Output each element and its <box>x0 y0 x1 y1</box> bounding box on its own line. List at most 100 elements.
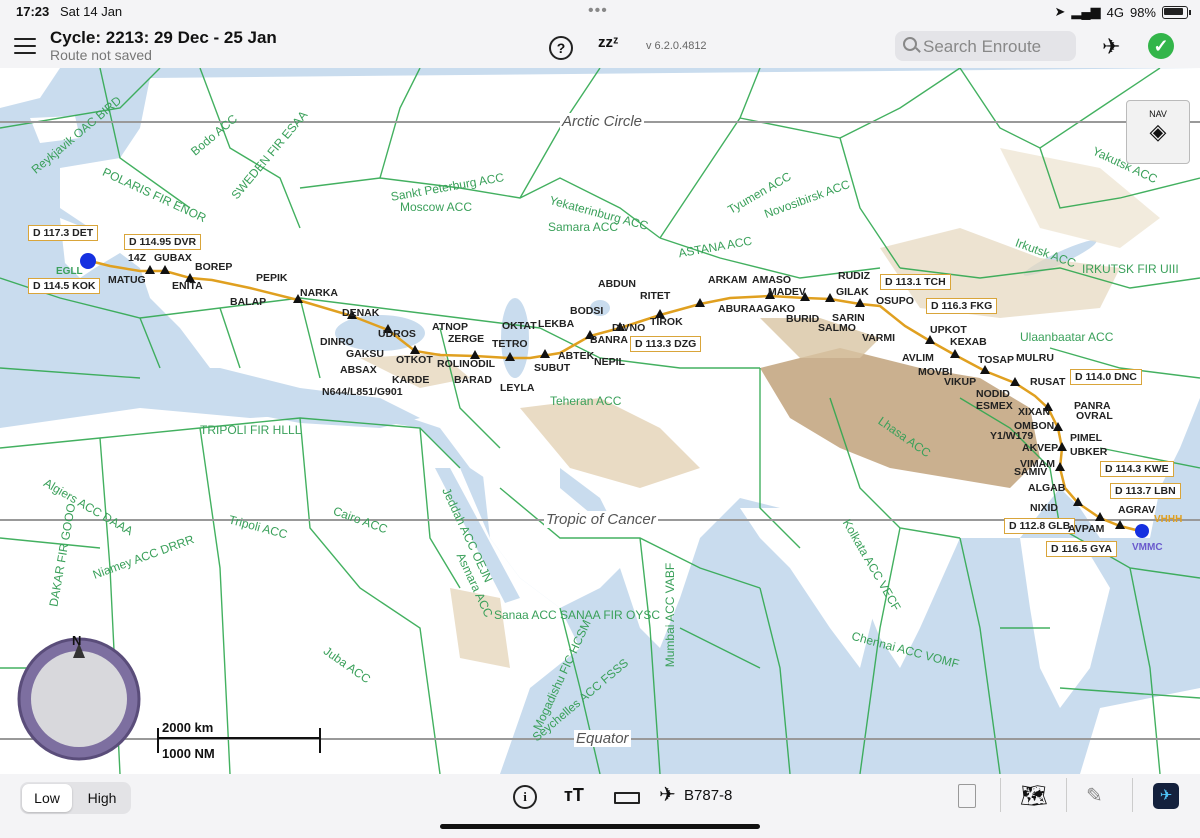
airway-label[interactable]: Y1/W179 <box>990 430 1033 442</box>
waypoint-label[interactable]: KEXAB <box>950 336 987 348</box>
waypoint-label[interactable]: SAMIV <box>1014 466 1047 478</box>
ok-status-icon[interactable]: ✓ <box>1148 33 1174 59</box>
waypoint-label[interactable]: TOSAP <box>978 354 1014 366</box>
flight-app-icon[interactable]: ✈ <box>1153 783 1179 809</box>
aircraft-icon[interactable]: ✈ <box>659 782 676 807</box>
waypoint-label[interactable]: ZERGE <box>448 333 484 345</box>
waypoint-label[interactable]: ALGAB <box>1028 482 1065 494</box>
waypoint-label[interactable]: RUSAT <box>1030 376 1065 388</box>
waypoint-label[interactable]: BODSI <box>570 305 603 317</box>
waypoint-label[interactable]: LEYLA <box>500 382 534 394</box>
waypoint-label[interactable]: OSUPO <box>876 295 914 307</box>
info-icon[interactable]: i <box>513 785 537 809</box>
navaid-box[interactable]: D 117.3 DET <box>28 225 99 241</box>
navaid-box[interactable]: D 113.7 LBN <box>1110 483 1181 499</box>
waypoint-label[interactable]: RUDIZ <box>838 270 870 282</box>
navaid-box[interactable]: D 116.3 FKG <box>926 298 998 314</box>
alternate-airport-label[interactable]: VMMC <box>1132 542 1163 553</box>
nav-layers-button[interactable]: NAV ◈ <box>1126 100 1190 164</box>
waypoint-label[interactable]: PEPIK <box>256 272 288 284</box>
waypoint-label[interactable]: BANRA <box>590 334 628 346</box>
waypoint-label[interactable]: MADEV <box>768 286 806 298</box>
waypoint-label[interactable]: UDROS <box>378 328 416 340</box>
waypoint-label[interactable]: AMASO <box>752 274 791 286</box>
waypoint-label[interactable]: GUBAX <box>154 252 192 264</box>
waypoint-label[interactable]: GAKSU <box>346 348 384 360</box>
waypoint-label[interactable]: DIVNO <box>612 322 645 334</box>
waypoint-label[interactable]: ENITA <box>172 280 203 292</box>
waypoint-label[interactable]: LEKBA <box>538 318 574 330</box>
home-indicator[interactable] <box>440 824 760 829</box>
airplane-mode-icon[interactable]: ✈ <box>1102 34 1120 60</box>
waypoint-label[interactable]: ABSAX <box>340 364 377 376</box>
waypoint-label[interactable]: BOREP <box>195 261 232 273</box>
search-input[interactable] <box>921 34 1075 60</box>
navaid-box[interactable]: D 114.3 KWE <box>1100 461 1174 477</box>
waypoint-label[interactable]: AVPAM <box>1068 523 1104 535</box>
waypoint-label[interactable]: DENAK <box>342 307 379 319</box>
ruler-icon[interactable] <box>614 792 640 804</box>
waypoint-label[interactable]: NARKA <box>300 287 338 299</box>
waypoint-label[interactable]: ROLIN <box>437 358 470 370</box>
waypoint-label[interactable]: OTKOT <box>396 354 433 366</box>
enroute-map[interactable]: Arctic Circle Tropic of Cancer Equator R… <box>0 68 1200 774</box>
waypoint-label[interactable]: SUBUT <box>534 362 570 374</box>
waypoint-label[interactable]: AKVEP <box>1022 442 1058 454</box>
waypoint-label[interactable]: OKTAT <box>502 320 537 332</box>
waypoint-label[interactable]: KARDE <box>392 374 429 386</box>
waypoint-label[interactable]: OVRAL <box>1076 410 1113 422</box>
waypoint-label[interactable]: UBKER <box>1070 446 1107 458</box>
waypoint-label[interactable]: NODID <box>976 388 1010 400</box>
waypoint-label[interactable]: NEPIL <box>594 356 625 368</box>
low-button[interactable]: Low <box>22 784 72 812</box>
waypoint-label[interactable]: MATUG <box>108 274 146 286</box>
help-icon[interactable]: ? <box>549 36 573 60</box>
waypoint-label[interactable]: ARKAM <box>708 274 747 286</box>
aircraft-type[interactable]: B787-8 <box>684 787 732 804</box>
waypoint-label[interactable]: AGRAV <box>1118 504 1155 516</box>
waypoint-label[interactable]: ODIL <box>470 358 495 370</box>
text-size-icon[interactable]: тT <box>564 785 584 806</box>
multitasking-dots-icon[interactable]: ••• <box>588 2 608 20</box>
navaid-box[interactable]: D 114.95 DVR <box>124 234 202 250</box>
waypoint-label[interactable]: BARAD <box>454 374 492 386</box>
waypoint-label[interactable]: ESMEX <box>976 400 1013 412</box>
navaid-box[interactable]: D 114.5 KOK <box>28 278 101 294</box>
navaid-box[interactable]: D 116.5 GYA <box>1046 541 1117 557</box>
waypoint-label[interactable]: BALAP <box>230 296 266 308</box>
navaid-box[interactable]: D 114.0 DNC <box>1070 369 1142 385</box>
waypoint-label[interactable]: AVLIM <box>902 352 934 364</box>
waypoint-label[interactable]: DINRO <box>320 336 354 348</box>
waypoint-label[interactable]: XIXAN <box>1018 406 1050 418</box>
destination-airport-label[interactable]: VHHH <box>1154 514 1182 525</box>
navaid-box[interactable]: D 113.3 DZG <box>630 336 702 352</box>
navaid-box[interactable]: D 113.1 TCH <box>880 274 951 290</box>
waypoint-label[interactable]: RITET <box>640 290 670 302</box>
waypoint-label[interactable]: ABDUN <box>598 278 636 290</box>
navaid-box[interactable]: D 112.8 GLB <box>1004 518 1076 534</box>
search-box[interactable] <box>895 31 1076 61</box>
waypoint-label[interactable]: ABURA <box>718 303 756 315</box>
waypoint-label[interactable]: PIMEL <box>1070 432 1102 444</box>
waypoint-label[interactable]: MULRU <box>1016 352 1054 364</box>
waypoint-label[interactable]: BURID <box>786 313 819 325</box>
airway-label[interactable]: N644/L851/G901 <box>322 386 403 398</box>
pen-icon[interactable]: ✎ <box>1086 783 1103 808</box>
waypoint-label[interactable]: VARMI <box>862 332 895 344</box>
waypoint-label[interactable]: TIROK <box>650 316 683 328</box>
waypoint-label[interactable]: ATNOP <box>432 321 468 333</box>
waypoint-label[interactable]: UPKOT <box>930 324 967 336</box>
waypoint-label[interactable]: 14Z <box>128 252 146 264</box>
waypoint-label[interactable]: VIKUP <box>944 376 976 388</box>
menu-icon[interactable] <box>14 38 36 55</box>
sleep-icon[interactable]: zzᶻ <box>598 34 618 51</box>
map-icon[interactable]: 🗺 <box>1020 783 1048 809</box>
waypoint-label[interactable]: NIXID <box>1030 502 1058 514</box>
waypoint-label[interactable]: TETRO <box>492 338 528 350</box>
high-button[interactable]: High <box>76 784 128 812</box>
waypoint-label[interactable]: ABTEK <box>558 350 594 362</box>
cycle-title[interactable]: Cycle: 2213: 29 Dec - 25 Jan <box>50 28 277 48</box>
origin-airport-label[interactable]: EGLL <box>56 266 83 277</box>
waypoint-label[interactable]: SALMO <box>818 322 856 334</box>
document-icon[interactable] <box>958 784 976 808</box>
